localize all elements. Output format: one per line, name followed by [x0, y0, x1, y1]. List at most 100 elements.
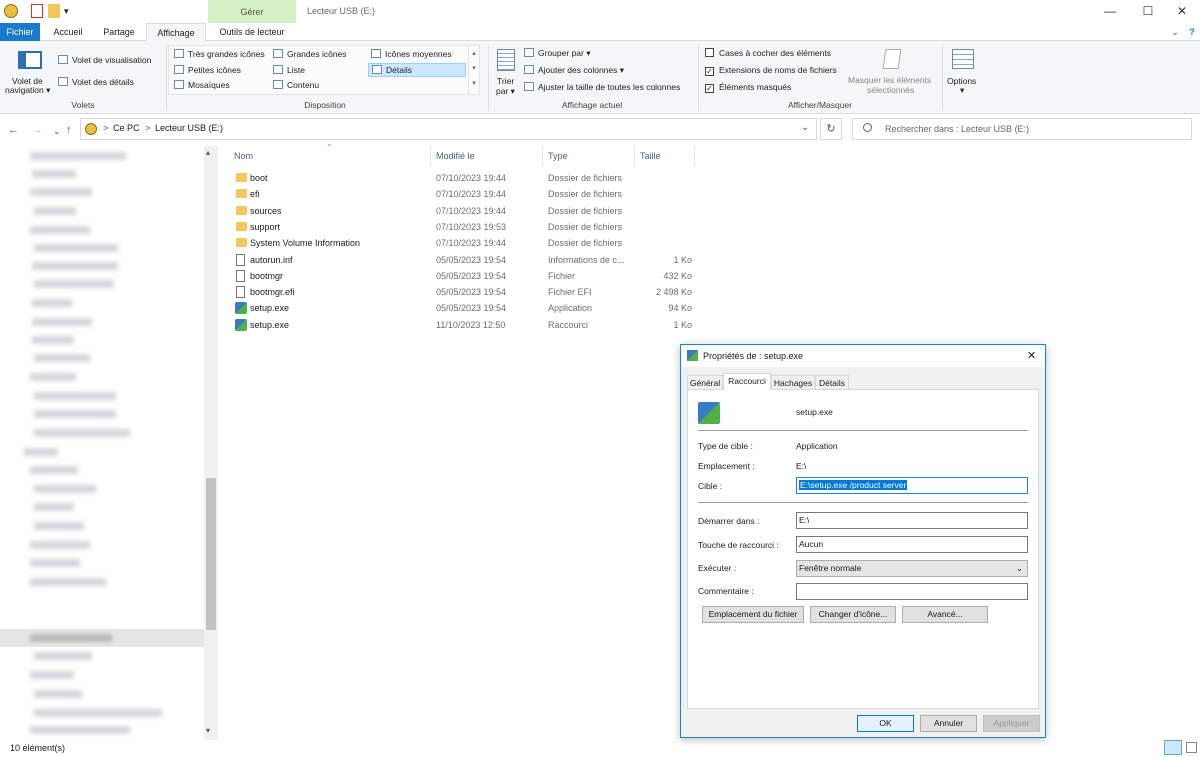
search-box[interactable]: Rechercher dans : Lecteur USB (E:)	[852, 118, 1192, 140]
layout-content[interactable]: Contenu	[273, 79, 319, 91]
column-header-modified[interactable]: Modifié le	[436, 151, 475, 161]
nav-item[interactable]	[34, 429, 130, 437]
tab-raccourci[interactable]: Raccourci	[723, 373, 771, 390]
advanced-button[interactable]: Avancé...	[902, 606, 988, 623]
minimize-button[interactable]: —	[1092, 0, 1128, 23]
collapse-ribbon-icon[interactable]: ⌄	[1168, 23, 1182, 41]
properties-icon[interactable]	[31, 4, 43, 18]
group-by-button[interactable]: Grouper par ▾	[524, 47, 590, 59]
sort-by-button-l2[interactable]: par ▾	[496, 85, 515, 97]
column-header-name[interactable]: Nom	[234, 151, 253, 161]
checkbox-unchecked[interactable]	[705, 48, 714, 57]
shortcut-key-input[interactable]: Aucun	[796, 536, 1028, 553]
breadcrumb-ce-pc[interactable]: Ce PC	[113, 123, 140, 133]
forward-button[interactable]: →	[32, 124, 43, 136]
layout-gallery-scroll[interactable]: ▴ ▾ ▾	[468, 46, 479, 94]
maximize-button[interactable]: ☐	[1130, 0, 1166, 23]
file-row[interactable]: autorun.inf 05/05/2023 19:54 Informations …	[226, 252, 706, 268]
file-row[interactable]: boot 07/10/2023 19:44 Dossier de fichiers	[226, 170, 706, 186]
large-icons-view-icon[interactable]	[1186, 742, 1197, 753]
back-button[interactable]: ←	[8, 124, 19, 136]
details-pane-button[interactable]: Volet des détails	[58, 76, 134, 88]
tab-partage[interactable]: Partage	[96, 23, 142, 41]
column-header-type[interactable]: Type	[548, 151, 568, 161]
column-header-size[interactable]: Taille	[640, 151, 661, 161]
nav-item[interactable]	[34, 207, 76, 215]
layout-small-icons[interactable]: Petites icônes	[174, 64, 241, 76]
nav-item[interactable]	[34, 690, 82, 698]
tab-hachages[interactable]: Hachages	[771, 375, 815, 390]
scrollbar-thumb[interactable]	[206, 478, 216, 630]
navigation-scrollbar[interactable]: ▴ ▾	[204, 146, 218, 740]
column-divider[interactable]	[542, 146, 543, 166]
add-columns-button[interactable]: Ajouter des colonnes ▾	[524, 64, 624, 76]
file-row[interactable]: bootmgr 05/05/2023 19:54 Fichier 432 Ko	[226, 268, 706, 284]
checkbox-checked[interactable]: ✓	[705, 67, 714, 76]
address-dropdown-button[interactable]: ⌄	[801, 122, 809, 133]
nav-item[interactable]	[32, 170, 76, 178]
file-row[interactable]: setup.exe 05/05/2023 19:54 Application 94 K…	[226, 300, 706, 316]
drive-icon[interactable]	[4, 4, 18, 18]
details-view-icon[interactable]	[1164, 740, 1182, 755]
tab-general[interactable]: Général	[687, 375, 723, 390]
help-icon[interactable]: ?	[1186, 23, 1198, 41]
nav-item[interactable]	[34, 485, 96, 493]
nav-item[interactable]	[24, 448, 58, 456]
nav-item[interactable]	[30, 373, 76, 381]
file-row[interactable]: setup.exe 11/10/2023 12:50 Raccourci 1 Ko	[226, 317, 706, 333]
nav-item[interactable]	[34, 354, 90, 362]
nav-item[interactable]	[32, 299, 72, 307]
file-row[interactable]: bootmgr.efi 05/05/2023 19:54 Fichier EFI 2 …	[226, 284, 706, 300]
nav-item[interactable]	[30, 188, 92, 196]
nav-item[interactable]	[30, 466, 78, 474]
file-row[interactable]: sources 07/10/2023 19:44 Dossier de fichie…	[226, 203, 706, 219]
column-divider[interactable]	[634, 146, 635, 166]
comment-input[interactable]	[796, 583, 1028, 600]
apply-button[interactable]: Appliquer	[983, 715, 1040, 732]
nav-item[interactable]	[34, 522, 84, 530]
nav-item[interactable]	[30, 226, 90, 234]
hide-selected-button-l2[interactable]: sélectionnés	[867, 84, 914, 96]
item-checkboxes-toggle[interactable]: Cases à cocher des éléments	[705, 47, 831, 59]
nav-item[interactable]	[34, 709, 162, 717]
layout-large-icons[interactable]: Grandes icônes	[273, 48, 347, 60]
nav-item[interactable]	[34, 652, 92, 660]
target-input[interactable]: E:\setup.exe /product server	[796, 477, 1028, 494]
column-divider[interactable]	[694, 146, 695, 166]
cancel-button[interactable]: Annuler	[920, 715, 977, 732]
nav-item[interactable]	[30, 152, 126, 160]
start-in-input[interactable]: E:\	[796, 512, 1028, 529]
checkbox-checked[interactable]: ✓	[705, 84, 714, 93]
customize-quick-access-icon[interactable]: ▾	[64, 4, 76, 18]
nav-item[interactable]	[30, 634, 112, 642]
file-row[interactable]: support 07/10/2023 19:53 Dossier de fichie…	[226, 219, 706, 235]
tab-accueil[interactable]: Accueil	[46, 23, 90, 41]
change-icon-button[interactable]: Changer d'icône...	[810, 606, 896, 623]
nav-item[interactable]	[34, 392, 116, 400]
tab-outils-de-lecteur[interactable]: Outils de lecteur	[210, 23, 294, 41]
layout-medium-icons[interactable]: Icônes moyennes	[371, 48, 452, 60]
nav-item[interactable]	[34, 410, 116, 418]
nav-item[interactable]	[34, 244, 118, 252]
tab-details[interactable]: Détails	[815, 375, 849, 390]
hidden-items-toggle[interactable]: ✓ Éléments masqués	[705, 81, 791, 93]
recent-locations-button[interactable]: ⌄	[53, 126, 61, 137]
up-button[interactable]: ↑	[66, 124, 72, 136]
scroll-down-arrow-icon[interactable]: ▾	[206, 726, 210, 735]
nav-item[interactable]	[30, 541, 90, 549]
layout-list[interactable]: Liste	[273, 64, 305, 76]
open-file-location-button[interactable]: Emplacement du fichier	[702, 606, 804, 623]
nav-item[interactable]	[34, 280, 114, 288]
column-divider[interactable]	[430, 146, 431, 166]
nav-item[interactable]	[30, 559, 80, 567]
close-button[interactable]: ✕	[1164, 0, 1200, 23]
layout-details[interactable]: Détails	[368, 63, 466, 77]
nav-item[interactable]	[32, 262, 118, 270]
navigation-pane[interactable]	[0, 146, 218, 740]
new-folder-icon[interactable]	[48, 4, 60, 18]
dialog-close-button[interactable]: ✕	[1027, 345, 1036, 367]
file-row[interactable]: System Volume Information 07/10/2023 19:4…	[226, 235, 706, 251]
navigation-pane-button-l2[interactable]: navigation ▾	[5, 84, 50, 96]
file-extensions-toggle[interactable]: ✓ Extensions de noms de fichiers	[705, 64, 837, 76]
preview-pane-button[interactable]: Volet de visualisation	[58, 54, 151, 66]
